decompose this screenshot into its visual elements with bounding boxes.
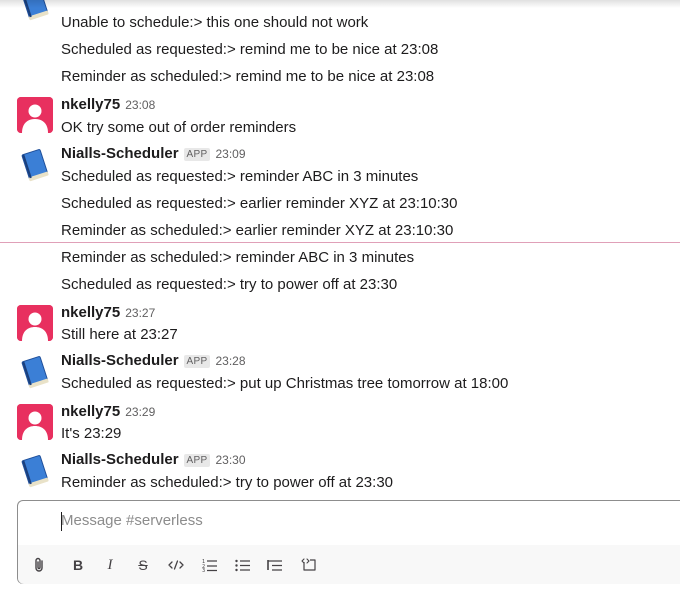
message-header: nkelly75 23:29 — [61, 403, 155, 423]
message-header: nkelly75 23:27 — [61, 304, 155, 324]
message-header: nkelly75 23:08 — [61, 96, 155, 116]
message-text: Unable to schedule:> this one should not… — [61, 14, 369, 31]
timestamp[interactable]: 23:08 — [125, 98, 155, 112]
bulleted-list-icon[interactable] — [233, 555, 253, 575]
person-icon — [17, 97, 53, 133]
book-icon — [21, 356, 49, 389]
message-input[interactable]: Message #serverless — [61, 512, 203, 529]
message-text: Reminder as scheduled:> earlier reminder… — [61, 222, 454, 239]
sender-name[interactable]: nkelly75 — [61, 403, 120, 420]
message-text: OK try some out of order reminders — [61, 119, 297, 136]
message-list[interactable]: Unable to schedule:> this one should not… — [0, 0, 680, 498]
message-text: Reminder as scheduled:> reminder ABC in … — [61, 249, 415, 266]
message-text: Reminder as scheduled:> remind me to be … — [61, 68, 435, 85]
attach-icon[interactable] — [29, 555, 49, 575]
svg-text:3: 3 — [202, 568, 205, 572]
message-text: Scheduled as requested:> try to power of… — [61, 276, 398, 293]
message-text: Reminder as scheduled:> try to power off… — [61, 474, 393, 491]
timestamp[interactable]: 23:29 — [125, 405, 155, 419]
app-badge: APP — [183, 355, 211, 368]
sender-name[interactable]: nkelly75 — [61, 304, 120, 321]
timestamp[interactable]: 23:30 — [215, 453, 245, 467]
bot-avatar[interactable] — [17, 354, 53, 390]
user-avatar[interactable] — [17, 305, 53, 341]
strikethrough-icon[interactable]: S — [133, 555, 153, 575]
sender-name[interactable]: Nialls-Scheduler — [61, 451, 179, 468]
user-avatar[interactable] — [17, 97, 53, 133]
timestamp[interactable]: 23:28 — [215, 354, 245, 368]
person-icon — [17, 305, 53, 341]
person-icon — [17, 404, 53, 440]
bold-icon[interactable]: B — [68, 555, 88, 575]
bot-avatar[interactable] — [17, 147, 53, 183]
italic-icon[interactable]: I — [100, 555, 120, 575]
message-text: Scheduled as requested:> put up Christma… — [61, 375, 509, 392]
message-text: It's 23:29 — [61, 425, 122, 442]
sender-name[interactable]: Nialls-Scheduler — [61, 352, 179, 369]
app-badge: APP — [183, 148, 211, 161]
numbered-list-icon[interactable]: 1 2 3 — [200, 555, 220, 575]
message-text: Scheduled as requested:> remind me to be… — [61, 41, 439, 58]
app-badge: APP — [183, 454, 211, 467]
book-icon — [21, 149, 49, 182]
blockquote-icon[interactable] — [265, 555, 285, 575]
sender-name[interactable]: Nialls-Scheduler — [61, 145, 179, 162]
top-scroll-shadow — [0, 0, 680, 8]
message-text: Scheduled as requested:> reminder ABC in… — [61, 168, 419, 185]
new-messages-divider — [0, 242, 680, 243]
timestamp[interactable]: 23:27 — [125, 306, 155, 320]
message-header: Nialls-Scheduler APP 23:28 — [61, 352, 246, 372]
message-header: Nialls-Scheduler APP 23:09 — [61, 145, 246, 165]
code-icon[interactable] — [166, 555, 186, 575]
timestamp[interactable]: 23:09 — [215, 147, 245, 161]
message-text: Scheduled as requested:> earlier reminde… — [61, 195, 458, 212]
message-text: Still here at 23:27 — [61, 326, 178, 343]
formatting-toolbar: B I S 1 2 3 — [18, 545, 680, 584]
message-composer[interactable]: Message #serverless B I S 1 2 3 — [17, 500, 680, 584]
bot-avatar[interactable] — [17, 453, 53, 489]
user-avatar[interactable] — [17, 404, 53, 440]
book-icon — [21, 455, 49, 488]
code-block-icon[interactable] — [299, 555, 319, 575]
sender-name[interactable]: nkelly75 — [61, 96, 120, 113]
message-header: Nialls-Scheduler APP 23:30 — [61, 451, 246, 471]
